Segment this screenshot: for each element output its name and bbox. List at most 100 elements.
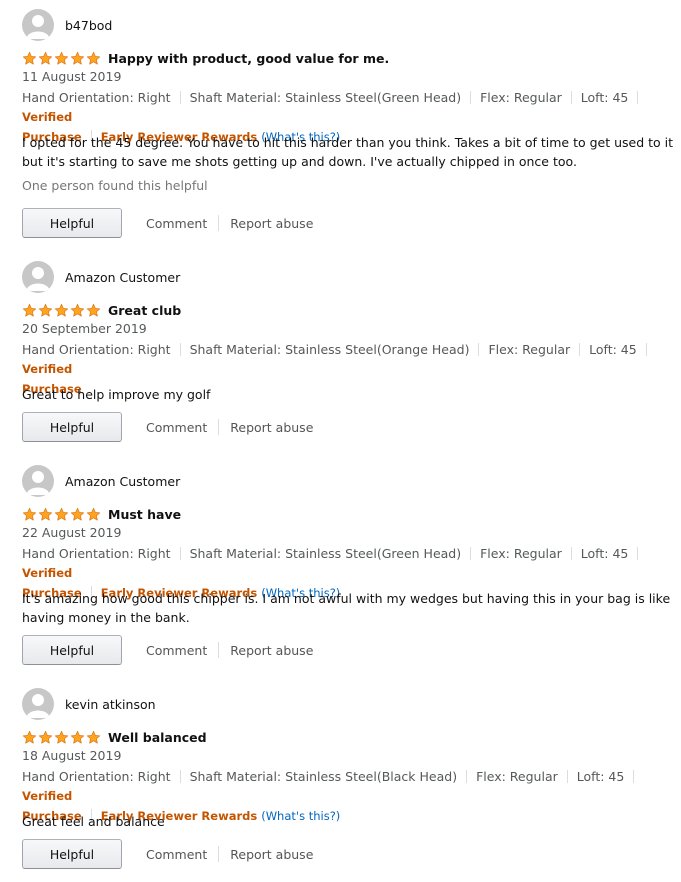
- divider: [633, 770, 635, 783]
- star-rating[interactable]: [22, 51, 101, 66]
- reviewer-name[interactable]: Amazon Customer: [65, 270, 180, 285]
- report-abuse-link[interactable]: Report abuse: [230, 216, 313, 231]
- attr-hand-orientation[interactable]: Hand Orientation: Right: [22, 342, 171, 357]
- reviewer-profile[interactable]: Amazon Customer: [22, 464, 180, 498]
- review-item: kevin atkinson Well balanced 18 August 2…: [0, 687, 681, 877]
- review-date: 11 August 2019: [22, 69, 122, 84]
- star-rating[interactable]: [22, 303, 101, 318]
- review-title[interactable]: Well balanced: [108, 730, 207, 745]
- default-avatar-icon: [22, 688, 54, 720]
- divider: [218, 419, 220, 435]
- comment-link[interactable]: Comment: [146, 847, 207, 862]
- report-abuse-link[interactable]: Report abuse: [230, 847, 313, 862]
- star-filled-icon: [54, 303, 69, 318]
- helpful-button[interactable]: Helpful: [22, 412, 122, 442]
- divider: [179, 91, 181, 104]
- badge-verified: Verified: [22, 789, 73, 803]
- review-title[interactable]: Happy with product, good value for me.: [108, 51, 389, 66]
- reviewer-name[interactable]: kevin atkinson: [65, 697, 156, 712]
- divider: [179, 770, 181, 783]
- star-filled-icon: [86, 507, 101, 522]
- star-filled-icon: [86, 303, 101, 318]
- reviewer-name[interactable]: Amazon Customer: [65, 474, 180, 489]
- divider: [570, 547, 572, 560]
- rating-line: Must have: [22, 505, 181, 523]
- rating-line: Great club: [22, 301, 181, 319]
- review-date: 20 September 2019: [22, 321, 147, 336]
- divider: [570, 91, 572, 104]
- review-title[interactable]: Great club: [108, 303, 181, 318]
- star-filled-icon: [86, 730, 101, 745]
- attr-shaft-material[interactable]: Shaft Material: Stainless Steel(Black He…: [190, 769, 458, 784]
- attr-hand-orientation[interactable]: Hand Orientation: Right: [22, 546, 171, 561]
- divider: [470, 91, 472, 104]
- default-avatar-icon: [22, 261, 54, 293]
- attr-flex[interactable]: Flex: Regular: [488, 342, 570, 357]
- review-actions: Helpful Comment Report abuse: [22, 207, 313, 239]
- comment-link[interactable]: Comment: [146, 420, 207, 435]
- reviewer-profile[interactable]: kevin atkinson: [22, 687, 156, 721]
- star-filled-icon: [22, 303, 37, 318]
- attr-shaft-material[interactable]: Shaft Material: Stainless Steel(Green He…: [190, 90, 462, 105]
- helpful-button[interactable]: Helpful: [22, 635, 122, 665]
- reviewer-profile[interactable]: Amazon Customer: [22, 260, 180, 294]
- divider: [218, 846, 220, 862]
- helpful-button[interactable]: Helpful: [22, 208, 122, 238]
- review-body: Great feel and balance: [22, 814, 165, 829]
- review-item: b47bod Happy with product, good value fo…: [0, 8, 681, 243]
- star-rating[interactable]: [22, 507, 101, 522]
- attr-shaft-material[interactable]: Shaft Material: Stainless Steel(Green He…: [190, 546, 462, 561]
- star-filled-icon: [70, 507, 85, 522]
- comment-link[interactable]: Comment: [146, 643, 207, 658]
- review-body: I opted for the 45 degree. You have to h…: [22, 135, 674, 169]
- divider: [645, 343, 647, 356]
- star-filled-icon: [70, 303, 85, 318]
- badge-verified: Verified: [22, 566, 73, 580]
- reviewer-name[interactable]: b47bod: [65, 18, 112, 33]
- review-actions: Helpful Comment Report abuse: [22, 634, 313, 666]
- star-filled-icon: [22, 507, 37, 522]
- review-item: Amazon Customer Great club 20 September …: [0, 260, 681, 445]
- divider: [579, 343, 581, 356]
- attr-flex[interactable]: Flex: Regular: [480, 546, 562, 561]
- badge-verified: Verified: [22, 110, 73, 124]
- review-title[interactable]: Must have: [108, 507, 181, 522]
- report-abuse-link[interactable]: Report abuse: [230, 420, 313, 435]
- star-filled-icon: [22, 51, 37, 66]
- divider: [218, 215, 220, 231]
- review-actions: Helpful Comment Report abuse: [22, 411, 313, 443]
- review-date: 18 August 2019: [22, 748, 122, 763]
- review-list: b47bod Happy with product, good value fo…: [0, 0, 681, 882]
- attr-loft[interactable]: Loft: 45: [589, 342, 637, 357]
- helpful-button[interactable]: Helpful: [22, 839, 122, 869]
- attr-loft[interactable]: Loft: 45: [581, 90, 629, 105]
- review-body: It's amazing how good this chipper is. I…: [22, 591, 671, 625]
- review-item: Amazon Customer Must have 22 August 2019…: [0, 464, 681, 669]
- rating-line: Happy with product, good value for me.: [22, 49, 389, 67]
- attr-flex[interactable]: Flex: Regular: [480, 90, 562, 105]
- attr-hand-orientation[interactable]: Hand Orientation: Right: [22, 90, 171, 105]
- badge-verified: Verified: [22, 362, 73, 376]
- divider: [566, 770, 568, 783]
- divider: [470, 547, 472, 560]
- attr-flex[interactable]: Flex: Regular: [476, 769, 558, 784]
- default-avatar-icon: [22, 465, 54, 497]
- report-abuse-link[interactable]: Report abuse: [230, 643, 313, 658]
- divider: [637, 547, 639, 560]
- comment-link[interactable]: Comment: [146, 216, 207, 231]
- star-filled-icon: [38, 51, 53, 66]
- attr-shaft-material[interactable]: Shaft Material: Stainless Steel(Orange H…: [190, 342, 470, 357]
- attr-hand-orientation[interactable]: Hand Orientation: Right: [22, 769, 171, 784]
- star-filled-icon: [70, 51, 85, 66]
- attr-loft[interactable]: Loft: 45: [577, 769, 625, 784]
- divider: [466, 770, 468, 783]
- divider: [478, 343, 480, 356]
- star-filled-icon: [38, 730, 53, 745]
- star-filled-icon: [86, 51, 101, 66]
- attr-loft[interactable]: Loft: 45: [581, 546, 629, 561]
- reviewer-profile[interactable]: b47bod: [22, 8, 112, 42]
- star-rating[interactable]: [22, 730, 101, 745]
- star-filled-icon: [54, 730, 69, 745]
- divider: [179, 547, 181, 560]
- default-avatar-icon: [22, 9, 54, 41]
